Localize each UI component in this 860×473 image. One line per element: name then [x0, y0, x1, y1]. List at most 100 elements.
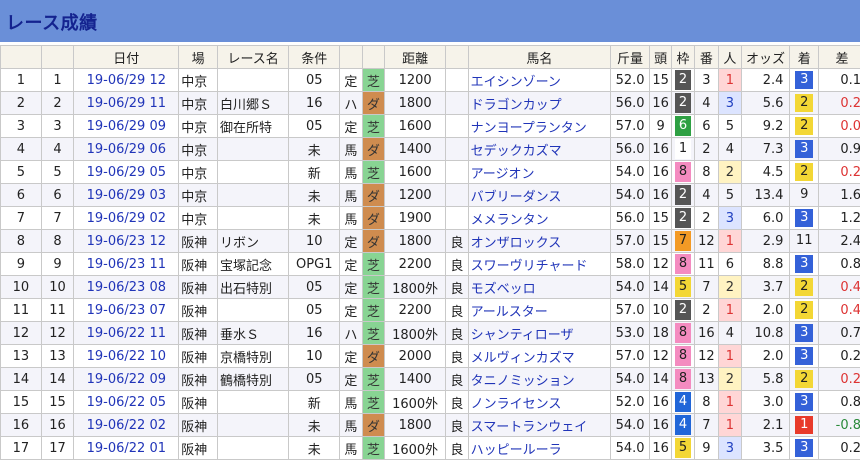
row-index: 11	[0, 298, 42, 322]
date-cell: 19-06/23 07	[73, 298, 180, 322]
table-row[interactable]: 14 14 19-06/22 09 阪神 鶴橋特別 05 定芝 1400 良タニノミッション 54…	[0, 367, 860, 391]
table-row[interactable]: 2 2 19-06/29 11 中京 白川郷Ｓ 16 ハダ 1800 ドラゴンカップ 56.0 16…	[0, 91, 860, 115]
header-col-waku[interactable]: 枠	[671, 45, 695, 69]
date-link[interactable]: 19-06/22 10	[87, 349, 166, 364]
table-row[interactable]: 13 13 19-06/22 10 阪神 京橋特別 10 定ダ 2000 良メルヴィンカズマ 57…	[0, 344, 860, 368]
header-col-pop[interactable]: 人	[718, 45, 742, 69]
horse-cell: スマートランウェイ	[467, 413, 612, 437]
date-link[interactable]: 19-06/23 07	[87, 303, 166, 318]
header-col-ban[interactable]: 番	[693, 45, 720, 69]
weight-cell: 54.0	[610, 413, 650, 437]
table-row[interactable]: 4 4 19-06/29 06 中京未馬ダ 1400 セデックカズマ 56.0 16 1 2 4 7.…	[0, 137, 860, 161]
table-row[interactable]: 16 16 19-06/22 02 阪神未馬ダ 1800 良スマートランウェイ 54.0 16…	[0, 413, 860, 437]
margin-cell: 0.2	[817, 436, 860, 460]
popularity-cell: 3	[718, 91, 742, 115]
row-index: 4	[0, 137, 42, 161]
condition2-cell: 定	[339, 275, 363, 299]
date-link[interactable]: 19-06/22 01	[87, 441, 166, 456]
waku-cell: 8	[671, 367, 695, 391]
table-row[interactable]: 7 7 19-06/29 02 中京未馬ダ 1900 メメランタン 56.0 15 2 2 3 6.0…	[0, 206, 860, 230]
horse-link[interactable]: スマートランウェイ	[471, 420, 588, 435]
table-row[interactable]: 12 12 19-06/22 11 阪神 垂水Ｓ 16 ハ芝 1800外良シャンティローザ 53…	[0, 321, 860, 345]
table-row[interactable]: 11 11 19-06/23 07 阪神 05 定芝 2200 良アールスター 57.0 10 2 2…	[0, 298, 860, 322]
finish-badge: 3	[795, 255, 814, 273]
waku-cell: 8	[671, 344, 695, 368]
distance-cell: 1800	[384, 229, 447, 253]
horse-link[interactable]: シャンティローザ	[471, 328, 574, 343]
horse-link[interactable]: メメランタン	[471, 213, 549, 228]
table-row[interactable]: 15 15 19-06/22 05 阪神 新馬芝 1600外良ノンライセンス 52.0 16 4…	[0, 390, 860, 414]
distance-cell: 1600外	[384, 390, 447, 414]
surface-cell: ダ	[361, 229, 386, 253]
table-row[interactable]: 9 9 19-06/23 11 阪神 宝塚記念 OPG1 定芝 2200 良スワーヴリチャード 5…	[0, 252, 860, 276]
header-col-place[interactable]: 場	[178, 45, 218, 69]
horse-link[interactable]: ノンライセンス	[471, 397, 562, 412]
header-col-dist[interactable]: 距離	[384, 45, 447, 69]
header-col-surface[interactable]	[361, 45, 386, 69]
horse-link[interactable]: バブリーダンス	[471, 190, 562, 205]
place-cell: 阪神	[178, 252, 218, 276]
header-col-odds[interactable]: オッズ	[740, 45, 791, 69]
header-col-state[interactable]	[445, 45, 469, 69]
header-col-race[interactable]: レース名	[216, 45, 290, 69]
race-name-cell: 京橋特別	[216, 344, 290, 368]
date-link[interactable]: 19-06/22 11	[87, 326, 166, 341]
date-link[interactable]: 19-06/29 05	[87, 165, 166, 180]
horse-link[interactable]: エイシンゾーン	[471, 75, 561, 90]
header-col-weight[interactable]: 斤量	[610, 45, 650, 69]
race-name-cell	[216, 183, 290, 207]
place-cell: 阪神	[178, 229, 218, 253]
track-state-cell: 良	[445, 413, 469, 437]
header-col-pos[interactable]: 着	[789, 45, 819, 69]
table-row[interactable]: 6 6 19-06/29 03 中京 未馬ダ 1200 バブリーダンス 54.0 16 2 4 5 13…	[0, 183, 860, 207]
horse-link[interactable]: セデックカズマ	[471, 144, 562, 159]
horse-link[interactable]: スワーヴリチャード	[471, 259, 588, 274]
date-link[interactable]: 19-06/23 11	[87, 257, 166, 272]
horse-link[interactable]: アールスター	[471, 305, 548, 320]
finish-badge: 2	[795, 301, 814, 319]
header-col-diff[interactable]: 差	[817, 45, 860, 69]
date-link[interactable]: 19-06/22 09	[87, 372, 166, 387]
horse-link[interactable]: メルヴィンカズマ	[471, 351, 575, 366]
header-col-no[interactable]	[0, 45, 42, 69]
race-name-cell	[216, 68, 290, 92]
header-col-no2[interactable]	[40, 45, 75, 69]
horse-link[interactable]: オンザロックス	[471, 236, 562, 251]
date-link[interactable]: 19-06/23 08	[87, 280, 166, 295]
date-link[interactable]: 19-06/29 11	[87, 96, 166, 111]
date-link[interactable]: 19-06/22 05	[87, 395, 166, 410]
waku-badge: 4	[675, 415, 692, 435]
date-link[interactable]: 19-06/22 02	[87, 418, 166, 433]
header-col-heads[interactable]: 頭	[648, 45, 673, 69]
header-col-cond[interactable]: 条件	[288, 45, 341, 69]
finish-badge: 3	[795, 209, 814, 227]
heads-cell: 12	[648, 252, 673, 276]
heads-cell: 16	[648, 390, 673, 414]
table-row[interactable]: 17 17 19-06/22 01 阪神 未馬芝 1600外良ハッピールーラ 54.0 16 5…	[0, 436, 860, 460]
horse-link[interactable]: ドラゴンカップ	[471, 98, 562, 113]
header-col-cond2[interactable]	[339, 45, 363, 69]
odds-cell: 2.0	[740, 298, 791, 322]
date-link[interactable]: 19-06/29 12	[87, 73, 166, 88]
table-row[interactable]: 1 1 19-06/29 12 中京 05 定芝 1200 エイシンゾーン 52.0 15 2 3 1 2…	[0, 68, 860, 92]
table-row[interactable]: 5 5 19-06/29 05 中京新馬芝 1600 アージオン 54.0 16 8 8 2 4.5 2…	[0, 160, 860, 184]
table-row[interactable]: 10 10 19-06/23 08 阪神 出石特別 05 定芝 1800外良モズベッロ 54.0…	[0, 275, 860, 299]
popularity-cell: 1	[718, 68, 742, 92]
horse-link[interactable]: モズベッロ	[471, 282, 536, 297]
table-row[interactable]: 3 3 19-06/29 09 中京 御在所特 05 定芝 1600 ナンヨープランタン 57.0…	[0, 114, 860, 138]
header-col-date[interactable]: 日付	[73, 45, 180, 69]
date-link[interactable]: 19-06/29 03	[87, 188, 166, 203]
waku-badge: 2	[675, 300, 692, 320]
date-link[interactable]: 19-06/29 06	[87, 142, 166, 157]
horse-link[interactable]: ハッピールーラ	[471, 443, 562, 458]
date-link[interactable]: 19-06/29 02	[87, 211, 166, 226]
horse-link[interactable]: アージオン	[471, 167, 535, 182]
horse-link[interactable]: ナンヨープランタン	[471, 121, 587, 136]
distance-cell: 2200	[384, 252, 447, 276]
track-state-cell	[445, 137, 469, 161]
horse-link[interactable]: タニノミッション	[471, 374, 575, 389]
date-link[interactable]: 19-06/29 09	[87, 119, 166, 134]
date-link[interactable]: 19-06/23 12	[87, 234, 166, 249]
table-row[interactable]: 8 8 19-06/23 12 阪神 リボン 10 定ダ 1800 良オンザロックス 57.0 15…	[0, 229, 860, 253]
header-col-horse[interactable]: 馬名	[467, 45, 612, 69]
